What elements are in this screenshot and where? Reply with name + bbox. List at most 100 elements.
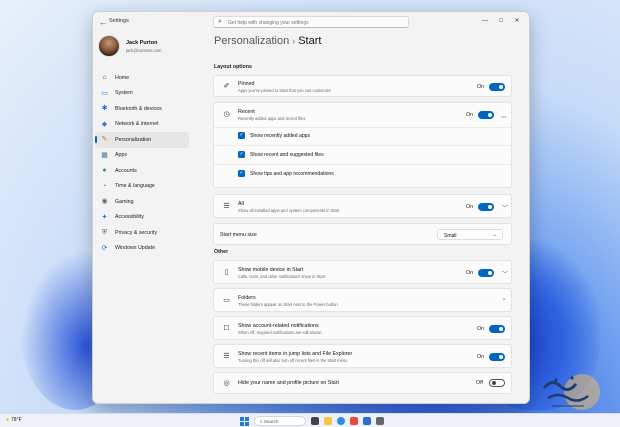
sidebar-item-label: Network & internet <box>115 121 159 128</box>
start-menu-size-row: Start menu size Small ⌄ <box>213 223 512 245</box>
settings-gear-icon[interactable] <box>376 417 384 425</box>
bluetooth-icon: ✱ <box>101 105 108 113</box>
recent-row[interactable]: ◷ Recent Recently added apps and recent … <box>214 103 511 127</box>
back-arrow-icon[interactable]: ← <box>97 16 109 28</box>
jumplists-toggle[interactable] <box>489 353 505 361</box>
chevron-down-icon[interactable]: ﹀ <box>502 203 508 212</box>
account-toggle[interactable] <box>489 325 505 333</box>
recent-toggle[interactable] <box>478 111 494 119</box>
folder-icon: ▭ <box>223 297 230 304</box>
breadcrumb-parent[interactable]: Personalization <box>214 35 289 47</box>
minimize-button[interactable]: — <box>477 15 493 27</box>
menu-size-dropdown[interactable]: Small ⌄ <box>437 229 503 240</box>
pinned-toggle-label: On <box>477 84 485 90</box>
windows-start-icon[interactable] <box>240 416 249 426</box>
profile-email: jack@contoso.com <box>126 48 162 53</box>
chevron-down-icon[interactable]: ﹀ <box>502 269 508 278</box>
divider <box>214 164 511 165</box>
chevron-up-icon[interactable]: ︿ <box>501 111 507 120</box>
sidebar-item-accessibility[interactable]: ✦ Accessibility <box>95 210 189 226</box>
recent-files-checkbox[interactable]: ✓ <box>238 151 245 158</box>
clock-globe-icon: ◔ <box>102 182 107 190</box>
close-button[interactable]: ✕ <box>509 15 525 27</box>
sidebar-item-apps[interactable]: ▦ Apps <box>95 148 189 164</box>
sidebar-item-label: System <box>115 90 133 97</box>
tips-checkbox[interactable]: ✓ <box>238 170 245 177</box>
sidebar-item-system[interactable]: ▭ System <box>95 86 189 102</box>
profile-picture-row[interactable]: ◎ Hide your name and profile picture on … <box>213 372 512 394</box>
account-title: Show account-related notifications <box>238 323 319 329</box>
sidebar-item-accounts[interactable]: ● Accounts <box>95 163 189 179</box>
search-input[interactable] <box>228 18 398 27</box>
watermark-logo <box>542 374 600 410</box>
gamepad-icon: ◉ <box>101 198 108 206</box>
breadcrumb: Personalization › Start <box>214 35 321 47</box>
chevron-right-icon: › <box>292 36 296 46</box>
weather-widget[interactable]: ● 78°F <box>6 417 22 423</box>
pinned-toggle[interactable] <box>489 83 505 91</box>
profile-name: Jack Purton <box>126 40 158 46</box>
notification-icon: ☐ <box>223 325 230 332</box>
jumplists-toggle-label: On <box>477 354 485 360</box>
recent-toggle-label: On <box>466 112 474 118</box>
page-title: Start <box>298 35 322 47</box>
chevron-down-icon: ⌄ <box>492 232 497 238</box>
taskbar: ● 78°F ⌕ Search <box>0 413 620 427</box>
chevron-right-icon[interactable]: › <box>503 297 505 303</box>
sidebar-item-label: Personalization <box>115 136 152 143</box>
menu-size-value: Small <box>444 232 457 239</box>
home-icon: ⌂ <box>102 74 107 82</box>
maximize-button[interactable]: □ <box>493 15 509 27</box>
profile-pic-toggle[interactable] <box>489 379 505 387</box>
sidebar-item-gaming[interactable]: ◉ Gaming <box>95 194 189 210</box>
sidebar-item-windows-update[interactable]: ⟳ Windows Update <box>95 241 189 257</box>
all-toggle[interactable] <box>478 203 494 211</box>
store-icon[interactable] <box>350 417 358 425</box>
sidebar-item-home[interactable]: ⌂ Home <box>95 70 189 86</box>
mobile-device-row[interactable]: ▯ Show mobile device in Start Calls, tex… <box>213 260 512 284</box>
folders-row[interactable]: ▭ Folders These folders appear on Start … <box>213 288 512 312</box>
recent-apps-checkbox[interactable]: ✓ <box>238 132 245 139</box>
sidebar-item-network-internet[interactable]: ◆ Network & internet <box>95 117 189 133</box>
mobile-desc: Calls, texts, and other notifications sh… <box>238 274 326 279</box>
account-notifications-row[interactable]: ☐ Show account-related notifications Whe… <box>213 316 512 340</box>
file-explorer-icon[interactable] <box>324 417 332 425</box>
jump-lists-row[interactable]: ☰ Show recent items in jump lists and Fi… <box>213 344 512 368</box>
account-toggle-label: On <box>477 326 485 332</box>
update-icon: ⟳ <box>101 244 108 252</box>
all-desc: Show all installed apps and system compo… <box>238 208 340 213</box>
profile-pic-title: Hide your name and profile picture on St… <box>238 380 339 386</box>
accessibility-icon: ✦ <box>101 213 108 221</box>
sidebar-item-label: Time & language <box>115 183 155 190</box>
account-desc: When off, required notifications are sti… <box>238 330 322 335</box>
weather-temp: 78°F <box>11 417 22 423</box>
all-apps-row[interactable]: ☰ All Show all installed apps and system… <box>213 194 512 218</box>
sidebar-item-label: Bluetooth & devices <box>115 105 162 112</box>
shield-icon: ⛨ <box>101 229 108 237</box>
pinned-row[interactable]: ✐ Pinned Apps you've pinned to Start tha… <box>213 75 512 97</box>
sidebar-item-label: Privacy & security <box>115 229 158 236</box>
sidebar-item-label: Home <box>115 74 130 81</box>
section-title-layout: Layout options <box>214 64 252 70</box>
avatar[interactable] <box>98 35 120 57</box>
pin-icon: ✐ <box>223 83 230 90</box>
search-icon: ⌕ <box>218 18 222 25</box>
phone-icon: ▯ <box>224 269 229 276</box>
sidebar-item-bluetooth-devices[interactable]: ✱ Bluetooth & devices <box>95 101 189 117</box>
mobile-toggle[interactable] <box>478 269 494 277</box>
sidebar-item-time-language[interactable]: ◔ Time & language <box>95 179 189 195</box>
task-view-icon[interactable] <box>311 417 319 425</box>
sidebar-item-privacy-security[interactable]: ⛨ Privacy & security <box>95 225 189 241</box>
mail-icon[interactable] <box>363 417 371 425</box>
edge-icon[interactable] <box>337 417 345 425</box>
sidebar-item-personalization[interactable]: ✎ Personalization <box>95 132 189 148</box>
settings-search-box[interactable]: ⌕ <box>213 16 409 28</box>
apps-icon: ▦ <box>101 151 108 159</box>
sidebar-item-label: Accessibility <box>115 214 144 221</box>
taskbar-search[interactable]: ⌕ Search <box>254 416 306 426</box>
menu-size-title: Start menu size <box>220 232 257 238</box>
divider <box>214 127 511 128</box>
recent-title: Recent <box>238 109 255 115</box>
all-toggle-label: On <box>466 204 474 210</box>
mobile-title: Show mobile device in Start <box>238 267 304 273</box>
